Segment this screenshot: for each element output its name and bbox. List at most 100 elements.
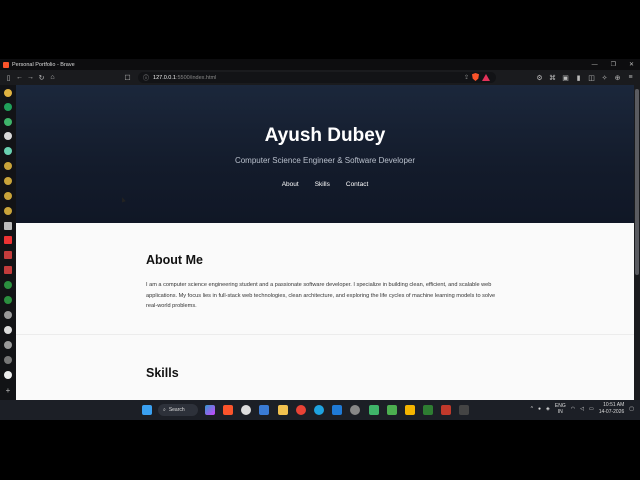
settings-icon[interactable] [350, 405, 360, 415]
wifi-icon[interactable]: ◠ [571, 406, 575, 412]
about-section: About Me I am a computer science enginee… [16, 223, 634, 335]
add-icon[interactable]: + [4, 387, 12, 395]
nav-link-contact[interactable]: Contact [346, 181, 368, 188]
nav-link-about[interactable]: About [282, 181, 299, 188]
vpn-icon[interactable]: ⊕ [612, 72, 623, 83]
bookmark-app-icon[interactable] [4, 89, 12, 97]
browser-sidebar: + [0, 85, 16, 400]
address-bar-actions: ⇪ [464, 73, 490, 81]
windows-taskbar: ⌕ Search ^ ● ◈ ENG IN ◠ ◁ ▭ 10:51 AM 14-… [0, 400, 640, 420]
brave-taskbar-icon[interactable] [223, 405, 233, 415]
search-label: Search [168, 407, 185, 413]
vscode-icon[interactable] [332, 405, 342, 415]
url-path: :5500/index.html [175, 74, 217, 81]
extension-icon[interactable]: ▣ [560, 72, 571, 83]
hero-nav: About Skills Contact [16, 181, 634, 188]
bookmark-app-icon[interactable] [4, 296, 12, 304]
window-title: Personal Portfolio - Brave [12, 61, 75, 68]
browser-toolbar: ▯ ← → ↻ ⌂ ☐ ⓘ 127.0.0.1:5500/index.html … [0, 70, 640, 85]
bookmark-app-icon[interactable] [4, 371, 12, 379]
app-taskbar-icon[interactable] [441, 405, 451, 415]
url-host: 127.0.0.1 [153, 74, 176, 81]
bookmark-app-icon[interactable] [4, 356, 12, 364]
web-page: Ayush Dubey Computer Science Engineer & … [16, 85, 634, 400]
home-button[interactable]: ⌂ [47, 72, 58, 83]
clock-time: 10:51 AM [603, 402, 625, 408]
extension-icon[interactable]: ⚙ [534, 72, 545, 83]
notification-icon[interactable]: ▢ [629, 406, 634, 412]
reload-button[interactable]: ↻ [36, 72, 47, 83]
system-tray: ^ ● ◈ ENG IN ◠ ◁ ▭ 10:51 AM 14-07-2026 ▢ [531, 402, 634, 416]
bookmark-app-icon[interactable] [4, 118, 12, 126]
language-indicator[interactable]: ENG IN [555, 403, 566, 415]
clock-date: 14-07-2026 [598, 409, 625, 415]
app-taskbar-icon[interactable] [423, 405, 433, 415]
bookmark-button[interactable]: ☐ [122, 72, 133, 83]
clock[interactable]: 10:51 AM 14-07-2026 [599, 402, 625, 416]
google-drive-icon[interactable] [405, 405, 415, 415]
site-info-icon[interactable]: ⓘ [143, 73, 149, 82]
battery-icon[interactable]: ▭ [589, 406, 594, 412]
menu-button[interactable]: ≡ [625, 72, 636, 83]
bookmark-app-icon[interactable] [4, 281, 12, 289]
leo-ai-icon[interactable]: ✧ [599, 72, 610, 83]
maximize-button[interactable]: ❐ [611, 61, 616, 68]
edge-icon[interactable] [314, 405, 324, 415]
bookmark-app-icon[interactable] [4, 162, 12, 170]
window-titlebar: Personal Portfolio - Brave — ❐ ✕ [0, 59, 640, 70]
chatgpt-taskbar-icon[interactable] [241, 405, 251, 415]
about-text: I am a computer science engineering stud… [146, 282, 496, 309]
page-scrollbar[interactable] [634, 85, 640, 400]
bookmark-app-icon[interactable] [4, 192, 12, 200]
address-bar[interactable]: ⓘ 127.0.0.1:5500/index.html ⇪ [138, 72, 496, 83]
share-icon[interactable]: ⇪ [464, 74, 469, 81]
bookmark-app-icon[interactable] [4, 311, 12, 319]
github-icon[interactable] [4, 326, 12, 334]
app-taskbar-icon[interactable] [259, 405, 269, 415]
skills-section: Skills [16, 336, 634, 400]
brave-shields-icon[interactable] [472, 73, 479, 81]
toolbar-extensions: ⚙ ⌘ ▣ ▮ ◫ ✧ ⊕ ≡ [534, 72, 636, 83]
scrollbar-thumb[interactable] [635, 89, 639, 275]
minimize-button[interactable]: — [592, 62, 598, 68]
forward-button[interactable]: → [25, 72, 36, 83]
close-button[interactable]: ✕ [629, 61, 634, 68]
youtube-icon[interactable] [4, 236, 12, 244]
chrome-icon[interactable] [296, 405, 306, 415]
app-taskbar-icon[interactable] [369, 405, 379, 415]
back-button[interactable]: ← [14, 72, 25, 83]
search-icon: ⌕ [163, 407, 166, 413]
brave-logo-icon [3, 61, 9, 68]
start-button[interactable] [142, 405, 152, 415]
wallet-icon[interactable]: ◫ [586, 72, 597, 83]
app-taskbar-icon[interactable] [459, 405, 469, 415]
extension-icon[interactable]: ⌘ [547, 72, 558, 83]
bookmark-app-icon[interactable] [4, 222, 12, 230]
copilot-icon[interactable] [205, 405, 215, 415]
skills-heading: Skills [146, 366, 179, 380]
bookmark-app-icon[interactable] [4, 103, 12, 111]
chevron-up-icon[interactable]: ^ [531, 406, 533, 412]
chatgpt-icon[interactable] [4, 147, 12, 155]
taskbar-search[interactable]: ⌕ Search [158, 404, 198, 416]
hero-name: Ayush Dubey [264, 125, 386, 146]
app-tray-icon[interactable]: ◈ [546, 406, 550, 412]
region-code: IN [557, 409, 563, 415]
screen: Personal Portfolio - Brave — ❐ ✕ ▯ ← → ↻… [0, 0, 640, 480]
nav-link-skills[interactable]: Skills [315, 181, 330, 188]
bookmark-app-icon[interactable] [4, 341, 12, 349]
volume-icon[interactable]: ◁ [580, 406, 584, 412]
sidebar-panel-icon[interactable]: ▮ [573, 72, 584, 83]
bookmark-app-icon[interactable] [4, 177, 12, 185]
sidebar-toggle-icon[interactable]: ▯ [3, 72, 14, 83]
github-icon[interactable] [4, 132, 12, 140]
app-taskbar-icon[interactable] [387, 405, 397, 415]
gmail-icon[interactable] [4, 251, 12, 259]
hero-header: Ayush Dubey Computer Science Engineer & … [16, 85, 634, 223]
brave-rewards-icon[interactable] [482, 73, 490, 81]
about-heading: About Me [146, 253, 203, 267]
microphone-icon[interactable]: ● [538, 406, 541, 412]
bookmark-app-icon[interactable] [4, 207, 12, 215]
file-explorer-icon[interactable] [278, 405, 288, 415]
gmail-icon[interactable] [4, 266, 12, 274]
